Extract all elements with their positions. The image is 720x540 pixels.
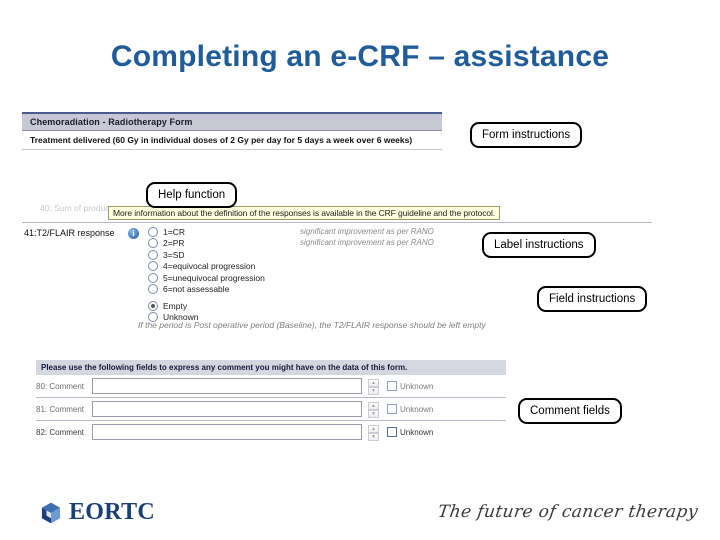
label-instruction-text: significant improvement as per RANO sign… xyxy=(300,227,434,248)
comment-label: 80: Comment xyxy=(36,381,85,391)
spinner-up-icon[interactable]: ▲ xyxy=(368,378,379,387)
checkbox-label: Unknown xyxy=(400,404,434,414)
eortc-logo: EORTC xyxy=(38,499,155,526)
comment-input[interactable] xyxy=(92,378,362,394)
eortc-logo-text: EORTC xyxy=(69,499,156,525)
response-radio-group[interactable]: 1=CR 2=PR 3=SD 4=equivocal progression 5… xyxy=(148,226,265,323)
crf-form-title: Chemoradiation - Radiotherapy Form xyxy=(22,114,442,131)
radio-option[interactable]: 2=PR xyxy=(148,238,265,250)
comment-row: 82: Comment ▲ ▼ Unknown xyxy=(36,421,506,443)
label-instruction-line: significant improvement as per RANO xyxy=(300,227,434,236)
comment-input[interactable] xyxy=(92,424,362,440)
comment-spinner[interactable]: ▲ ▼ xyxy=(368,424,379,441)
checkbox-indicator xyxy=(387,427,397,437)
radio-label: 5=unequivocal progression xyxy=(163,272,265,283)
radio-indicator xyxy=(148,272,158,283)
radio-label: 2=PR xyxy=(163,238,185,249)
callout-label-instructions: Label instructions xyxy=(482,232,596,258)
radio-option[interactable]: 5=unequivocal progression xyxy=(148,272,265,284)
footer-tagline: The future of cancer therapy xyxy=(436,502,700,522)
radio-label: Empty xyxy=(163,300,188,311)
label-instruction-line: significant improvement as per RANO xyxy=(300,237,434,247)
radio-option[interactable]: 6=not assessable xyxy=(148,284,265,296)
crf-hidden-row: 40: Sum of products xyxy=(40,203,117,213)
radio-label: 1=CR xyxy=(163,226,185,237)
radio-option[interactable]: 3=SD xyxy=(148,249,265,261)
callout-field-instructions: Field instructions xyxy=(537,286,648,312)
comment-banner: Please use the following fields to expre… xyxy=(36,360,506,375)
comment-row: 80: Comment ▲ ▼ Unknown xyxy=(36,375,506,398)
radio-indicator xyxy=(148,300,158,311)
comment-section: Please use the following fields to expre… xyxy=(36,360,506,443)
radio-indicator xyxy=(148,249,158,260)
radio-label: 6=not assessable xyxy=(163,284,230,295)
spinner-up-icon[interactable]: ▲ xyxy=(368,401,379,410)
radio-indicator xyxy=(148,226,158,237)
comment-spinner[interactable]: ▲ ▼ xyxy=(368,401,379,418)
checkbox-label: Unknown xyxy=(400,381,434,391)
question-divider xyxy=(22,222,652,223)
spinner-down-icon[interactable]: ▼ xyxy=(368,386,379,395)
radio-option[interactable]: 1=CR xyxy=(148,226,265,238)
spinner-down-icon[interactable]: ▼ xyxy=(368,409,379,418)
checkbox-indicator xyxy=(387,404,397,414)
eortc-cube-icon xyxy=(41,502,61,523)
radio-indicator xyxy=(148,261,158,272)
crf-form-header-block: Chemoradiation - Radiotherapy Form Treat… xyxy=(22,112,442,150)
radio-option[interactable]: 4=equivocal progression xyxy=(148,261,265,273)
radio-label: 3=SD xyxy=(163,249,185,260)
comment-spinner[interactable]: ▲ ▼ xyxy=(368,378,379,395)
comment-unknown-checkbox[interactable]: Unknown xyxy=(387,381,433,391)
comment-input[interactable] xyxy=(92,401,362,417)
radio-option-empty[interactable]: Empty xyxy=(148,300,265,312)
radio-indicator xyxy=(148,284,158,295)
callout-comment-fields: Comment fields xyxy=(518,398,622,424)
radio-indicator xyxy=(148,238,158,249)
spinner-up-icon[interactable]: ▲ xyxy=(368,424,379,433)
checkbox-label: Unknown xyxy=(400,427,434,437)
comment-row: 81: Comment ▲ ▼ Unknown xyxy=(36,398,506,421)
comment-label: 81: Comment xyxy=(36,404,85,414)
info-icon[interactable]: i xyxy=(128,228,139,239)
comment-unknown-checkbox[interactable]: Unknown xyxy=(387,404,433,414)
question-label: 41:T2/FLAIR response xyxy=(24,228,115,238)
callout-help-function: Help function xyxy=(146,182,238,208)
help-tooltip: More information about the definition of… xyxy=(108,206,501,220)
comment-label: 82: Comment xyxy=(36,427,85,437)
page-title: Completing an e-CRF – assistance xyxy=(110,40,610,73)
crf-form-subline: Treatment delivered (60 Gy in individual… xyxy=(22,131,442,150)
field-instruction-text: If the period is Post operative period (… xyxy=(138,320,486,330)
checkbox-indicator xyxy=(387,381,397,391)
radio-label: 4=equivocal progression xyxy=(163,261,256,272)
comment-unknown-checkbox[interactable]: Unknown xyxy=(387,427,433,437)
callout-form-instructions: Form instructions xyxy=(470,122,583,148)
spinner-down-icon[interactable]: ▼ xyxy=(368,432,379,441)
